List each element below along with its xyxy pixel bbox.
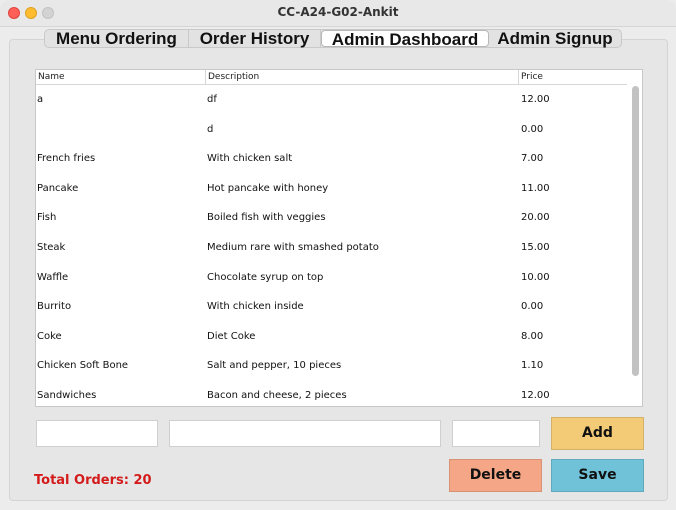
item-price-input[interactable] bbox=[453, 421, 539, 446]
cell-description: Hot pancake with honey bbox=[207, 182, 329, 194]
cell-price: 12.00 bbox=[521, 94, 550, 105]
app-window: CC-A24-G02-Ankit Menu Ordering Order His… bbox=[0, 0, 676, 510]
cell-description: d bbox=[207, 123, 214, 135]
cell-name: Coke bbox=[37, 330, 62, 342]
table-scrollbar[interactable] bbox=[627, 70, 642, 406]
table-row[interactable]: Pancake Hot pancake with honey 11.00 bbox=[36, 174, 628, 204]
cell-name: Steak bbox=[37, 242, 66, 253]
cell-price: 0.00 bbox=[521, 301, 544, 313]
table-row[interactable]: Coke Diet Coke 8.00 bbox=[36, 322, 628, 352]
cell-price: 20.00 bbox=[521, 212, 550, 224]
cell-description: Salt and pepper, 10 pieces bbox=[207, 360, 342, 372]
table-row[interactable]: a df 12.00 bbox=[36, 85, 628, 115]
item-price-field[interactable] bbox=[452, 420, 540, 447]
tab-admin-signup[interactable]: Admin Signup bbox=[489, 30, 621, 47]
item-name-field[interactable] bbox=[36, 420, 158, 447]
column-header-description[interactable]: Description bbox=[206, 70, 519, 84]
table-row[interactable]: Steak Medium rare with smashed potato 15… bbox=[36, 233, 628, 263]
cell-description: Boiled fish with veggies bbox=[207, 212, 326, 224]
cell-description: Chocolate syrup on top bbox=[207, 271, 324, 283]
cell-description: Medium rare with smashed potato bbox=[207, 242, 379, 253]
cell-name: Waffle bbox=[37, 271, 69, 283]
cell-price: 11.00 bbox=[521, 182, 550, 194]
tab-bar: Menu Ordering Order History Admin Dashbo… bbox=[44, 29, 622, 48]
table-row[interactable]: Fish Boiled fish with veggies 20.00 bbox=[36, 203, 628, 233]
cell-name: Pancake bbox=[37, 182, 79, 194]
item-description-input[interactable] bbox=[170, 421, 440, 446]
title-bar: CC-A24-G02-Ankit bbox=[0, 0, 676, 27]
item-name-input[interactable] bbox=[37, 421, 157, 446]
tab-menu-ordering[interactable]: Menu Ordering bbox=[45, 30, 189, 47]
total-orders-label: Total Orders: 20 bbox=[34, 473, 152, 488]
window-title: CC-A24-G02-Ankit bbox=[277, 5, 399, 19]
item-description-field[interactable] bbox=[169, 420, 441, 447]
cell-price: 10.00 bbox=[521, 271, 550, 283]
cell-price: 8.00 bbox=[521, 330, 544, 342]
table-row[interactable]: French fries With chicken salt 7.00 bbox=[36, 144, 628, 174]
cell-description: With chicken inside bbox=[207, 301, 304, 313]
cell-name: a bbox=[37, 94, 44, 105]
cell-name: Burrito bbox=[37, 301, 72, 313]
tab-order-history[interactable]: Order History bbox=[189, 30, 321, 47]
cell-price: 7.00 bbox=[521, 153, 544, 165]
cell-description: Bacon and cheese, 2 pieces bbox=[207, 390, 347, 401]
cell-price: 12.00 bbox=[521, 390, 550, 401]
column-header-price[interactable]: Price bbox=[519, 70, 628, 84]
cell-price: 15.00 bbox=[521, 242, 550, 253]
cell-price: 1.10 bbox=[521, 360, 544, 372]
cell-description: With chicken salt bbox=[207, 153, 293, 165]
table-row[interactable]: Chicken Soft Bone Salt and pepper, 10 pi… bbox=[36, 351, 628, 381]
scrollbar-thumb[interactable] bbox=[632, 86, 639, 376]
table-row[interactable]: Burrito With chicken inside 0.00 bbox=[36, 292, 628, 322]
cell-name: French fries bbox=[37, 153, 96, 165]
delete-button[interactable]: Delete bbox=[449, 459, 542, 492]
table-row[interactable]: Waffle Chocolate syrup on top 10.00 bbox=[36, 263, 628, 293]
cell-price: 0.00 bbox=[521, 123, 544, 135]
cell-description: df bbox=[207, 94, 217, 105]
cell-name: Fish bbox=[37, 212, 57, 224]
table-header: Name Description Price bbox=[36, 70, 628, 85]
table-row[interactable]: Sandwiches Bacon and cheese, 2 pieces 12… bbox=[36, 381, 628, 406]
cell-description: Diet Coke bbox=[207, 330, 256, 342]
save-button[interactable]: Save bbox=[551, 459, 644, 492]
column-header-name[interactable]: Name bbox=[36, 70, 206, 84]
tab-admin-dashboard[interactable]: Admin Dashboard bbox=[321, 30, 489, 48]
menu-items-table: Name Description Price a df 12.00 d 0.00… bbox=[35, 69, 643, 407]
table-row[interactable]: d 0.00 bbox=[36, 115, 628, 145]
cell-name: Chicken Soft Bone bbox=[37, 360, 129, 372]
add-button[interactable]: Add bbox=[551, 417, 644, 450]
cell-name: Sandwiches bbox=[37, 390, 97, 401]
